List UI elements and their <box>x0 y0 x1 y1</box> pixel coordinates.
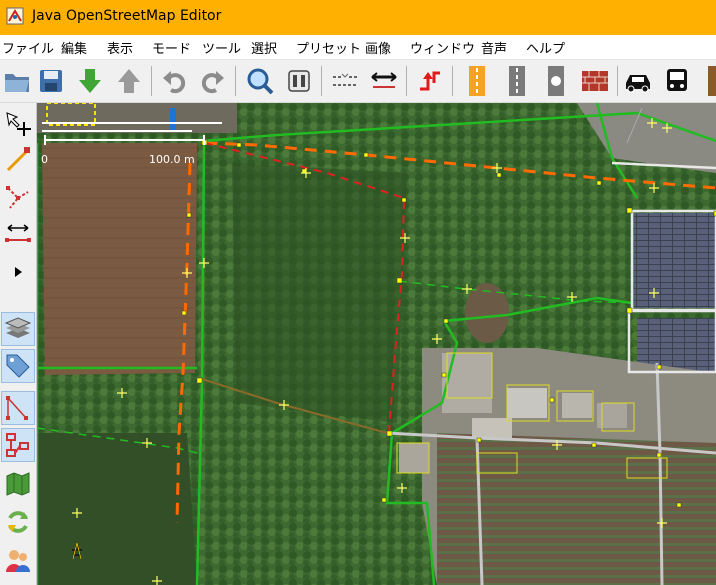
open-icon <box>5 74 29 92</box>
osm-data-layer <box>37 103 716 585</box>
download-button[interactable] <box>73 64 107 98</box>
scale-start-label: 0 <box>41 153 48 166</box>
preset-highway-icon <box>469 66 485 96</box>
select-mode-button[interactable] <box>1 107 35 141</box>
improve-way-icon <box>6 186 29 209</box>
window-title: Java OpenStreetMap Editor <box>32 8 222 24</box>
preset-wall-button[interactable] <box>578 64 612 98</box>
preset-road-icon <box>509 66 525 96</box>
selection-list-button[interactable] <box>1 391 35 425</box>
selection-list-icon <box>6 396 28 420</box>
relations-icon <box>6 433 29 457</box>
preset-bus-icon <box>667 69 687 91</box>
preferences-button[interactable] <box>282 64 316 98</box>
download-icon <box>79 69 101 93</box>
search-icon <box>247 68 274 95</box>
preferences-icon <box>288 70 310 92</box>
conflict-icon <box>8 511 28 533</box>
reverse-way-icon <box>420 71 440 91</box>
map-icon <box>6 472 30 496</box>
undo-button[interactable] <box>157 64 191 98</box>
search-button[interactable] <box>243 64 277 98</box>
parallel-mode-button[interactable] <box>1 217 35 251</box>
users-icon <box>6 550 30 572</box>
map-view[interactable]: 0 100.0 m <box>37 103 716 585</box>
upload-icon <box>118 69 140 93</box>
preset-node-icon <box>548 66 564 96</box>
menu-mode[interactable]: モード <box>152 38 191 57</box>
open-button[interactable] <box>0 64 34 98</box>
menu-windows[interactable]: ウィンドウ <box>410 38 475 57</box>
menu-bar: ファイル 編集 表示 モード ツール 選択 プリセット 画像 ウィンドウ 音声 … <box>0 35 716 60</box>
split-way-icon <box>371 72 397 88</box>
user-list-button[interactable] <box>1 543 35 577</box>
menu-edit[interactable]: 編集 <box>61 38 87 57</box>
menu-view[interactable]: 表示 <box>107 38 133 57</box>
preset-wall-icon <box>582 71 608 91</box>
redo-button[interactable] <box>196 64 230 98</box>
menu-file[interactable]: ファイル <box>2 38 54 57</box>
scale-bar <box>44 139 204 141</box>
upload-button[interactable] <box>112 64 146 98</box>
redo-icon <box>201 71 224 94</box>
toolbar-separator <box>321 66 322 96</box>
more-presets-icon[interactable] <box>708 66 716 96</box>
preset-car-button[interactable] <box>621 64 655 98</box>
select-move-icon <box>6 112 31 136</box>
title-bar: Java OpenStreetMap Editor <box>0 0 716 35</box>
save-button[interactable] <box>34 64 68 98</box>
map-paint-button[interactable] <box>1 467 35 501</box>
toolbar-separator <box>452 66 453 96</box>
draw-mode-button[interactable] <box>1 143 35 177</box>
reverse-way-button[interactable] <box>413 64 447 98</box>
preset-bus-button[interactable] <box>660 64 694 98</box>
preset-road-button[interactable] <box>500 64 534 98</box>
menu-presets[interactable]: プリセット <box>296 38 361 57</box>
preset-node-button[interactable] <box>539 64 573 98</box>
split-way-button[interactable] <box>367 64 401 98</box>
expand-arrow-icon <box>15 267 22 277</box>
menu-audio[interactable]: 音声 <box>481 38 507 57</box>
layers-toggle-button[interactable] <box>1 312 35 346</box>
menu-help[interactable]: ヘルプ <box>526 38 565 57</box>
improve-way-button[interactable] <box>1 181 35 215</box>
toolbar-separator <box>617 66 618 96</box>
parallel-icon <box>5 224 31 242</box>
preset-highway-button[interactable] <box>460 64 494 98</box>
save-icon <box>40 70 62 92</box>
conflict-button[interactable] <box>1 505 35 539</box>
toolbar-separator <box>235 66 236 96</box>
combine-way-icon <box>333 73 357 86</box>
mode-toolbar <box>0 103 37 585</box>
relation-list-button[interactable] <box>1 428 35 462</box>
tag-icon <box>6 354 30 378</box>
toolbar-separator <box>151 66 152 96</box>
menu-imagery[interactable]: 画像 <box>365 38 391 57</box>
layers-icon <box>4 317 32 338</box>
scale-end-label: 100.0 m <box>149 153 195 166</box>
undo-icon <box>163 71 186 94</box>
draw-icon <box>6 147 30 172</box>
preset-car-icon <box>626 75 650 93</box>
expand-tools-button[interactable] <box>1 255 35 289</box>
tags-toggle-button[interactable] <box>1 349 35 383</box>
menu-tools[interactable]: ツール <box>202 38 241 57</box>
josm-app-icon <box>6 7 24 25</box>
combine-way-button[interactable] <box>328 64 362 98</box>
menu-selection[interactable]: 選択 <box>251 38 277 57</box>
toolbar-separator <box>406 66 407 96</box>
main-toolbar <box>0 60 716 103</box>
